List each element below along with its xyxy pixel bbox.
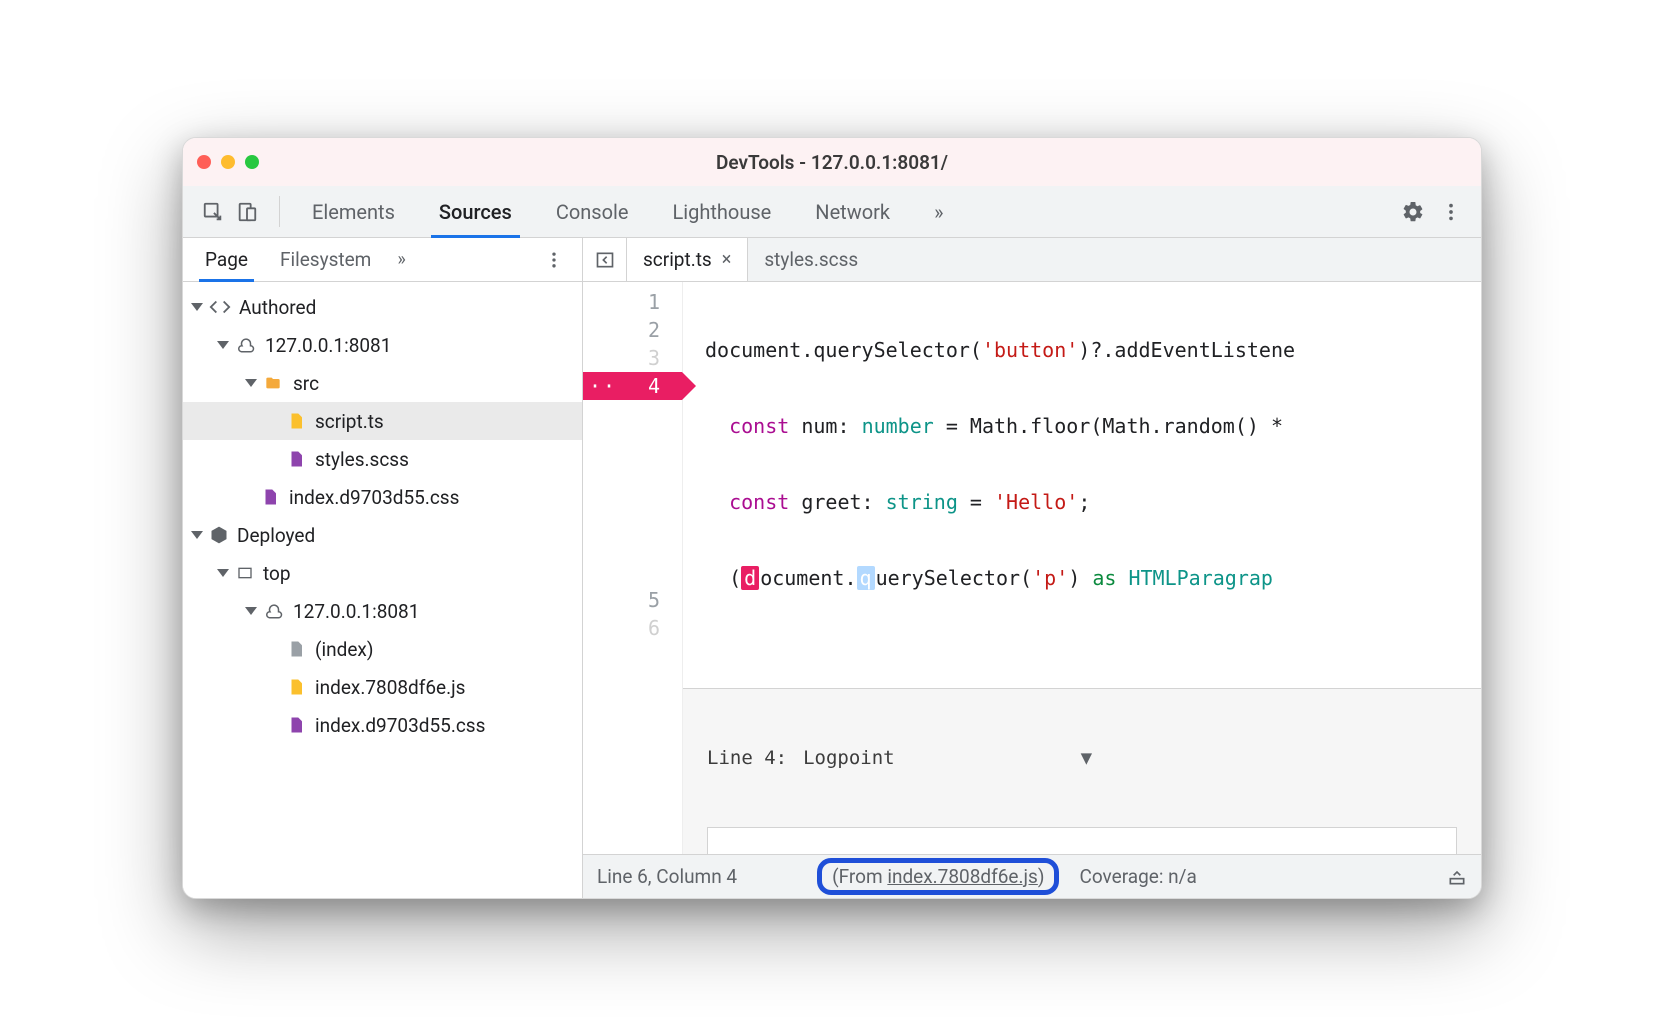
editor-tab-script-ts[interactable]: script.ts ×	[627, 238, 748, 281]
devtools-window: DevTools - 127.0.0.1:8081/ Elements Sour…	[182, 137, 1482, 899]
tab-lighthouse[interactable]: Lighthouse	[650, 186, 793, 237]
titlebar: DevTools - 127.0.0.1:8081/	[183, 138, 1481, 186]
window-title: DevTools - 127.0.0.1:8081/	[183, 151, 1481, 174]
tree-file-index-css2[interactable]: index.d9703d55.css	[183, 706, 582, 744]
close-tab-icon[interactable]: ×	[722, 249, 732, 270]
more-vert-icon[interactable]	[1437, 198, 1465, 226]
navigator-more-icon[interactable]	[532, 238, 576, 281]
tree-label: Authored	[239, 296, 316, 319]
navigator-tab-filesystem[interactable]: Filesystem	[264, 238, 387, 281]
tree-label: Deployed	[237, 524, 315, 547]
status-bar: Line 6, Column 4 (From index.7808df6e.js…	[583, 854, 1481, 898]
editor-pane: script.ts × styles.scss 1 2 3 ··4 5 6	[583, 238, 1481, 898]
cursor-position: Line 6, Column 4	[597, 865, 737, 888]
tree-file-index-js[interactable]: index.7808df6e.js	[183, 668, 582, 706]
tree-label: (index)	[315, 638, 373, 661]
editor-tab-styles-scss[interactable]: styles.scss	[748, 238, 874, 281]
editor-tab-label: script.ts	[643, 248, 712, 271]
logpoint-line-label: Line 4:	[707, 747, 787, 769]
gutter-line[interactable]: 2	[583, 316, 682, 344]
chevron-down-icon[interactable]: ▼	[1081, 747, 1092, 769]
drawer-toggle-icon[interactable]	[1447, 867, 1467, 887]
tree-folder-src[interactable]: src	[183, 364, 582, 402]
tab-console[interactable]: Console	[534, 186, 651, 237]
coverage-status: Coverage: n/a	[1079, 865, 1196, 888]
device-toolbar-icon[interactable]	[233, 198, 261, 226]
file-tree: Authored 127.0.0.1:8081 src script.ts	[183, 282, 582, 898]
gutter-line[interactable]: 1	[583, 288, 682, 316]
tree-file-index-css[interactable]: index.d9703d55.css	[183, 478, 582, 516]
tree-file-script-ts[interactable]: script.ts	[183, 402, 582, 440]
code-content[interactable]: document.querySelector('button')?.addEve…	[683, 282, 1481, 854]
tree-label: script.ts	[315, 410, 384, 433]
tree-frame-top[interactable]: top	[183, 554, 582, 592]
tree-label: index.d9703d55.css	[315, 714, 485, 737]
gutter-line-breakpoint[interactable]: ··4	[583, 372, 682, 400]
editor-tab-label: styles.scss	[764, 248, 858, 271]
code-area[interactable]: 1 2 3 ··4 5 6 document.querySelector('bu…	[583, 282, 1481, 854]
tree-group-authored[interactable]: Authored	[183, 288, 582, 326]
editor-nav-icon[interactable]	[583, 238, 627, 281]
gutter[interactable]: 1 2 3 ··4 5 6	[583, 282, 683, 854]
gutter-line[interactable]: 3	[583, 344, 682, 372]
tree-host-deployed[interactable]: 127.0.0.1:8081	[183, 592, 582, 630]
tab-elements[interactable]: Elements	[290, 186, 417, 237]
inspect-element-icon[interactable]	[199, 198, 227, 226]
tree-label: 127.0.0.1:8081	[265, 334, 391, 357]
tree-label: index.7808df6e.js	[315, 676, 466, 699]
tree-file-styles-scss[interactable]: styles.scss	[183, 440, 582, 478]
tree-label: 127.0.0.1:8081	[293, 600, 419, 623]
tab-network[interactable]: Network	[793, 186, 912, 237]
gutter-line[interactable]: 6	[583, 614, 682, 642]
logpoint-expression-input[interactable]: "Your number is ", e	[707, 827, 1457, 854]
tree-label: index.d9703d55.css	[289, 486, 459, 509]
tree-group-deployed[interactable]: Deployed	[183, 516, 582, 554]
content: Page Filesystem » Authored 127.0.0.1:808…	[183, 238, 1481, 898]
tabs-overflow[interactable]: »	[912, 186, 965, 237]
tree-file-index[interactable]: (index)	[183, 630, 582, 668]
source-map-from[interactable]: (From index.7808df6e.js)	[817, 858, 1059, 895]
logpoint-panel: Line 4: Logpoint ▼ "Your number is ", e …	[683, 688, 1481, 854]
navigator-tab-page[interactable]: Page	[189, 238, 264, 281]
tab-sources[interactable]: Sources	[417, 186, 534, 237]
navigator-tabs: Page Filesystem »	[183, 238, 582, 282]
navigator-sidebar: Page Filesystem » Authored 127.0.0.1:808…	[183, 238, 583, 898]
navigator-tabs-overflow[interactable]: »	[387, 238, 415, 281]
logpoint-type-dropdown[interactable]: Logpoint	[803, 747, 895, 769]
tree-label: styles.scss	[315, 448, 409, 471]
tree-label: top	[263, 562, 291, 585]
settings-gear-icon[interactable]	[1399, 198, 1427, 226]
tree-label: src	[293, 372, 319, 395]
tree-host-authored[interactable]: 127.0.0.1:8081	[183, 326, 582, 364]
main-tabs: Elements Sources Console Lighthouse Netw…	[183, 186, 1481, 238]
editor-tabs: script.ts × styles.scss	[583, 238, 1481, 282]
gutter-line[interactable]: 5	[583, 586, 682, 614]
